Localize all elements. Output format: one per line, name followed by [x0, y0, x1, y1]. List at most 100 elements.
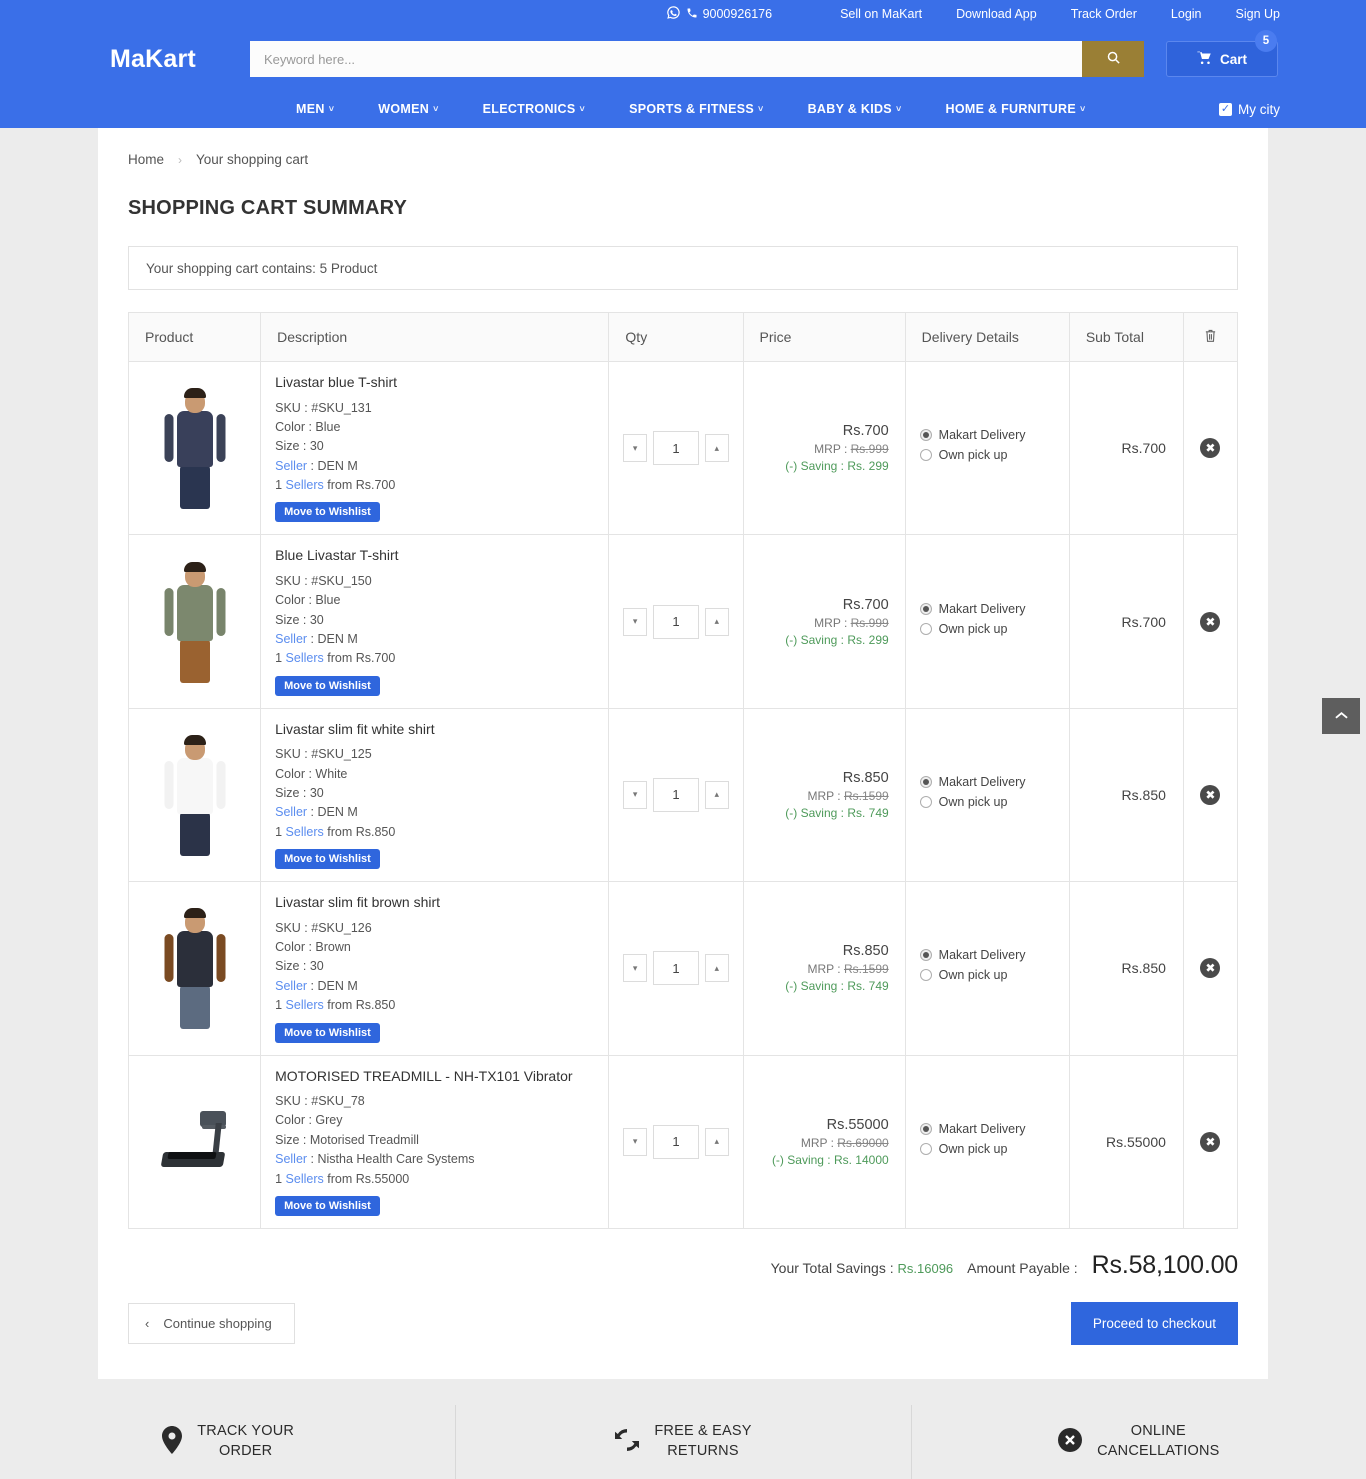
topbar-link-track-order[interactable]: Track Order	[1071, 7, 1137, 21]
qty-decrease-button[interactable]: ▾	[623, 434, 647, 462]
seller-label[interactable]: Seller	[275, 459, 307, 473]
topbar-link-download-app[interactable]: Download App	[956, 7, 1037, 21]
cell-product-image[interactable]	[129, 882, 261, 1055]
remove-item-button[interactable]: ✖	[1200, 785, 1220, 805]
seller-label[interactable]: Seller	[275, 979, 307, 993]
nav-item-men[interactable]: MEN ˅	[296, 102, 334, 116]
seller-label[interactable]: Seller	[275, 1152, 307, 1166]
scroll-to-top-button[interactable]	[1322, 698, 1360, 734]
radio-makart-delivery[interactable]	[920, 949, 932, 961]
delivery-option-pickup[interactable]: Own pick up	[920, 448, 1055, 462]
radio-makart-delivery[interactable]	[920, 776, 932, 788]
qty-input[interactable]	[653, 1125, 699, 1159]
remove-item-button[interactable]: ✖	[1200, 612, 1220, 632]
topbar-link-signup[interactable]: Sign Up	[1236, 7, 1280, 21]
delivery-option-makart[interactable]: Makart Delivery	[920, 1122, 1055, 1136]
delivery-option-pickup[interactable]: Own pick up	[920, 1142, 1055, 1156]
radio-own-pickup[interactable]	[920, 796, 932, 808]
radio-own-pickup[interactable]	[920, 449, 932, 461]
site-logo[interactable]: MaKart	[110, 45, 250, 74]
sellers-link[interactable]: Sellers	[286, 825, 324, 839]
qty-input[interactable]	[653, 951, 699, 985]
contact-phone[interactable]: 9000926176	[666, 5, 773, 23]
sellers-link[interactable]: Sellers	[286, 478, 324, 492]
delivery-option-makart[interactable]: Makart Delivery	[920, 602, 1055, 616]
cell-delivery: Makart Delivery Own pick up	[905, 882, 1069, 1055]
product-title[interactable]: MOTORISED TREADMILL - NH-TX101 Vibrator	[275, 1068, 594, 1086]
mrp-value: Rs.69000	[837, 1136, 888, 1150]
search-input[interactable]	[250, 41, 1082, 77]
footer-online-cancellations[interactable]: ONLINE CANCELLATIONS	[911, 1405, 1366, 1479]
delivery-option-makart[interactable]: Makart Delivery	[920, 948, 1055, 962]
nav-item-women[interactable]: WOMEN ˅	[378, 102, 438, 116]
quantity-stepper: ▾ ▴	[623, 951, 728, 985]
radio-makart-delivery[interactable]	[920, 429, 932, 441]
my-city-toggle[interactable]: ✓ My city	[1219, 102, 1280, 117]
move-to-wishlist-button[interactable]: Move to Wishlist	[275, 676, 380, 696]
delivery-option-pickup[interactable]: Own pick up	[920, 795, 1055, 809]
continue-shopping-button[interactable]: ‹ Continue shopping	[128, 1303, 295, 1344]
sellers-count: 1	[275, 1172, 282, 1186]
qty-input[interactable]	[653, 431, 699, 465]
qty-increase-button[interactable]: ▴	[705, 434, 729, 462]
cell-price: Rs.850 MRP : Rs.1599 (-) Saving : Rs. 74…	[743, 882, 905, 1055]
qty-increase-button[interactable]: ▴	[705, 608, 729, 636]
color-label: Color :	[275, 1113, 312, 1127]
product-sku: SKU : #SKU_150	[275, 572, 594, 591]
sellers-link[interactable]: Sellers	[286, 998, 324, 1012]
topbar-link-sell-on-makart[interactable]: Sell on MaKart	[840, 7, 922, 21]
qty-decrease-button[interactable]: ▾	[623, 608, 647, 636]
nav-item-baby-kids[interactable]: BABY & KIDS ˅	[808, 102, 902, 116]
cell-product-image[interactable]	[129, 362, 261, 535]
qty-decrease-button[interactable]: ▾	[623, 954, 647, 982]
seller-label[interactable]: Seller	[275, 805, 307, 819]
footer-free-returns[interactable]: FREE & EASY RETURNS	[455, 1405, 910, 1479]
nav-item-sports-fitness[interactable]: SPORTS & FITNESS ˅	[629, 102, 764, 116]
radio-makart-delivery[interactable]	[920, 603, 932, 615]
price-value: Rs.700	[758, 597, 889, 613]
product-color: Color : Blue	[275, 418, 594, 437]
remove-item-button[interactable]: ✖	[1200, 958, 1220, 978]
delivery-option-makart[interactable]: Makart Delivery	[920, 428, 1055, 442]
proceed-to-checkout-button[interactable]: Proceed to checkout	[1071, 1302, 1238, 1345]
radio-own-pickup[interactable]	[920, 1143, 932, 1155]
product-title[interactable]: Livastar slim fit brown shirt	[275, 894, 594, 912]
delivery-option-makart[interactable]: Makart Delivery	[920, 775, 1055, 789]
delivery-option-pickup[interactable]: Own pick up	[920, 968, 1055, 982]
footer-track-order[interactable]: TRACK YOUR ORDER	[0, 1405, 455, 1479]
nav-item-electronics[interactable]: ELECTRONICS ˅	[483, 102, 585, 116]
qty-increase-button[interactable]: ▴	[705, 1128, 729, 1156]
move-to-wishlist-button[interactable]: Move to Wishlist	[275, 1023, 380, 1043]
qty-decrease-button[interactable]: ▾	[623, 1128, 647, 1156]
qty-increase-button[interactable]: ▴	[705, 954, 729, 982]
product-title[interactable]: Livastar slim fit white shirt	[275, 721, 594, 739]
move-to-wishlist-button[interactable]: Move to Wishlist	[275, 1196, 380, 1216]
radio-own-pickup[interactable]	[920, 969, 932, 981]
radio-makart-delivery[interactable]	[920, 1123, 932, 1135]
delivery-option-pickup[interactable]: Own pick up	[920, 622, 1055, 636]
nav-item-home-furniture[interactable]: HOME & FURNITURE ˅	[946, 102, 1086, 116]
sellers-link[interactable]: Sellers	[286, 651, 324, 665]
product-title[interactable]: Blue Livastar T-shirt	[275, 547, 594, 565]
qty-increase-button[interactable]: ▴	[705, 781, 729, 809]
cell-product-image[interactable]	[129, 535, 261, 708]
cell-product-image[interactable]	[129, 1055, 261, 1228]
topbar-link-login[interactable]: Login	[1171, 7, 1202, 21]
seller-label[interactable]: Seller	[275, 632, 307, 646]
product-title[interactable]: Livastar blue T-shirt	[275, 374, 594, 392]
move-to-wishlist-button[interactable]: Move to Wishlist	[275, 502, 380, 522]
remove-item-button[interactable]: ✖	[1200, 1132, 1220, 1152]
qty-input[interactable]	[653, 605, 699, 639]
qty-decrease-button[interactable]: ▾	[623, 781, 647, 809]
search-button[interactable]	[1082, 41, 1144, 77]
move-to-wishlist-button[interactable]: Move to Wishlist	[275, 849, 380, 869]
cart-button[interactable]: Cart 5	[1166, 41, 1278, 77]
header-delete-all[interactable]	[1183, 313, 1237, 362]
breadcrumb-home[interactable]: Home	[128, 152, 164, 167]
remove-item-button[interactable]: ✖	[1200, 438, 1220, 458]
cell-product-image[interactable]	[129, 708, 261, 881]
sellers-link[interactable]: Sellers	[286, 1172, 324, 1186]
radio-own-pickup[interactable]	[920, 623, 932, 635]
price-saving: (-) Saving : Rs. 299	[758, 459, 889, 473]
qty-input[interactable]	[653, 778, 699, 812]
